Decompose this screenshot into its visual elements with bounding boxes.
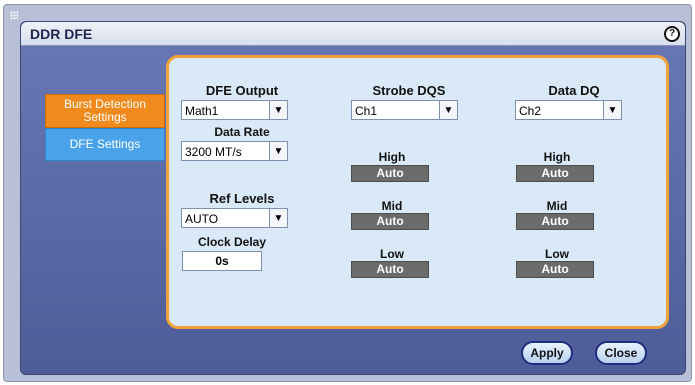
close-button[interactable]: Close bbox=[595, 341, 647, 365]
dfe-output-label: DFE Output bbox=[205, 83, 279, 98]
strobe-dqs-select[interactable]: Ch1 ▼ bbox=[351, 100, 458, 120]
strobe-mid-label: Mid bbox=[381, 199, 403, 213]
chevron-down-icon[interactable]: ▼ bbox=[269, 142, 287, 160]
dq-mid-value[interactable]: Auto bbox=[516, 213, 594, 230]
tab-burst-detection-settings[interactable]: Burst Detection Settings bbox=[45, 94, 165, 128]
dfe-output-value: Math1 bbox=[185, 104, 219, 118]
data-rate-label: Data Rate bbox=[214, 125, 270, 139]
dq-low-value[interactable]: Auto bbox=[516, 261, 594, 278]
data-dq-value: Ch2 bbox=[519, 104, 542, 118]
ddr-dfe-dialog: DDR DFE ? Burst Detection Settings DFE S… bbox=[20, 21, 686, 375]
chevron-down-icon[interactable]: ▼ bbox=[269, 101, 287, 119]
help-icon[interactable]: ? bbox=[664, 26, 680, 42]
strobe-low-value[interactable]: Auto bbox=[351, 261, 429, 278]
data-dq-label: Data DQ bbox=[548, 83, 600, 98]
dq-high-value[interactable]: Auto bbox=[516, 165, 594, 182]
strobe-high-label: High bbox=[378, 150, 406, 164]
data-dq-select[interactable]: Ch2 ▼ bbox=[515, 100, 622, 120]
data-rate-select[interactable]: 3200 MT/s ▼ bbox=[181, 141, 288, 161]
tab-label: DFE Settings bbox=[69, 137, 141, 151]
dq-high-label: High bbox=[543, 150, 571, 164]
dfe-output-select[interactable]: Math1 ▼ bbox=[181, 100, 288, 120]
dq-low-label: Low bbox=[545, 247, 569, 261]
data-rate-value: 3200 MT/s bbox=[185, 145, 242, 159]
title-bar: DDR DFE ? bbox=[21, 22, 685, 46]
strobe-dqs-value: Ch1 bbox=[355, 104, 378, 118]
strobe-high-value[interactable]: Auto bbox=[351, 165, 429, 182]
ref-levels-select[interactable]: AUTO ▼ bbox=[181, 208, 288, 228]
tab-dfe-settings[interactable]: DFE Settings bbox=[45, 128, 165, 161]
dq-mid-label: Mid bbox=[546, 199, 568, 213]
clock-delay-label: Clock Delay bbox=[197, 235, 267, 249]
chevron-down-icon[interactable]: ▼ bbox=[603, 101, 621, 119]
strobe-dqs-label: Strobe DQS bbox=[372, 83, 446, 98]
clock-delay-input[interactable]: 0s bbox=[182, 251, 262, 271]
apply-button[interactable]: Apply bbox=[521, 341, 573, 365]
chevron-down-icon[interactable]: ▼ bbox=[269, 209, 287, 227]
dialog-title: DDR DFE bbox=[30, 26, 93, 42]
chevron-down-icon[interactable]: ▼ bbox=[439, 101, 457, 119]
resize-grip-icon[interactable] bbox=[10, 11, 18, 19]
dfe-settings-panel: DFE Output Math1 ▼ Data Rate 3200 MT/s ▼… bbox=[166, 55, 669, 329]
tab-label: Burst Detection Settings bbox=[63, 97, 147, 124]
ref-levels-value: AUTO bbox=[185, 212, 219, 226]
strobe-mid-value[interactable]: Auto bbox=[351, 213, 429, 230]
strobe-low-label: Low bbox=[380, 247, 404, 261]
ref-levels-label: Ref Levels bbox=[209, 191, 275, 206]
